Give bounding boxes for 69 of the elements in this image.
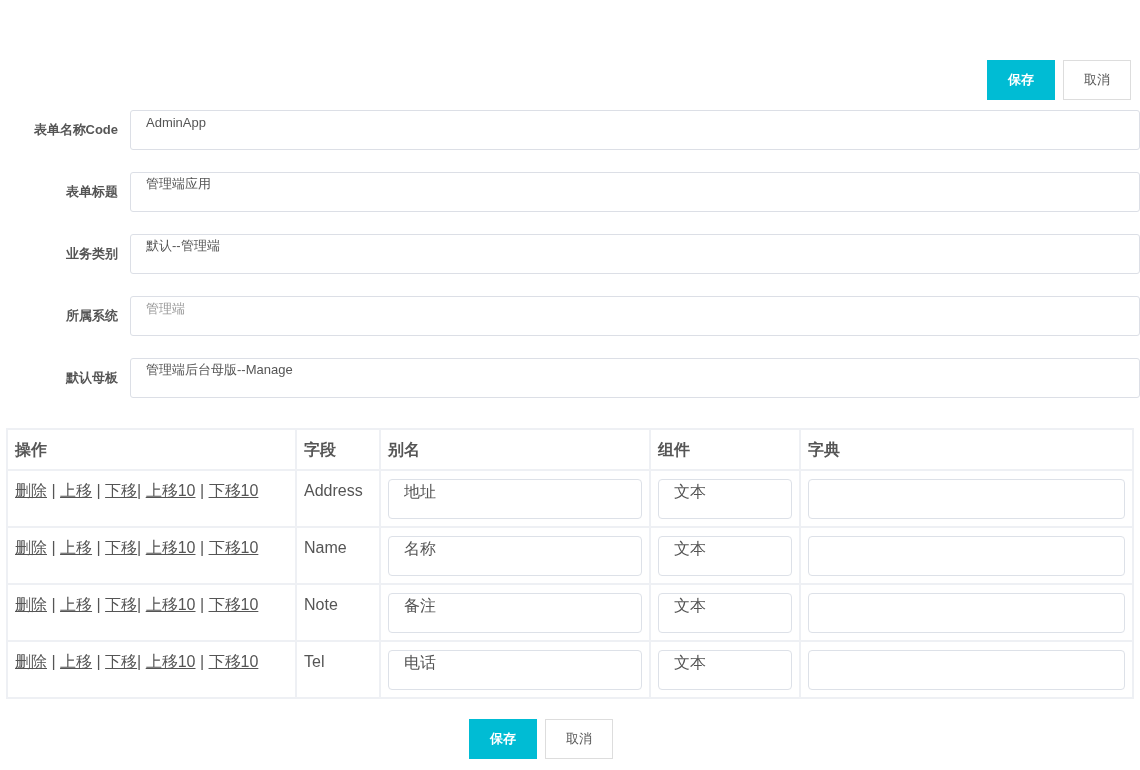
- table-cell: Name: [296, 527, 380, 584]
- component-field[interactable]: 文本: [658, 479, 792, 519]
- link-separator: |: [137, 482, 143, 499]
- action-link[interactable]: 上移: [60, 596, 93, 613]
- action-link[interactable]: 上移10: [145, 482, 196, 499]
- link-separator: |: [50, 539, 57, 556]
- component-field[interactable]: 文本: [658, 650, 792, 690]
- action-link[interactable]: 下移: [105, 596, 138, 613]
- action-link[interactable]: 下移: [105, 482, 138, 499]
- table-cell: Address: [296, 470, 380, 527]
- action-link[interactable]: 下移10: [208, 539, 259, 556]
- input-field[interactable]: 默认--管理端: [130, 234, 1140, 274]
- action-link[interactable]: 上移10: [145, 596, 196, 613]
- action-link[interactable]: 上移: [60, 653, 93, 670]
- action-link[interactable]: 删除: [15, 482, 47, 499]
- field-label: 默认母板: [64, 369, 118, 388]
- link-separator: |: [198, 653, 206, 670]
- link-separator: |: [137, 596, 143, 613]
- component-field[interactable]: 文本: [658, 536, 792, 576]
- input-field[interactable]: 管理端: [130, 296, 1140, 336]
- input-field[interactable]: 管理端应用: [130, 172, 1140, 212]
- cancel-button[interactable]: 取消: [545, 719, 613, 759]
- table-cell: Note: [296, 584, 380, 641]
- input-field[interactable]: 管理端后台母版--Manage: [130, 358, 1140, 398]
- alias-field[interactable]: 电话: [388, 650, 642, 690]
- action-link[interactable]: 上移: [60, 482, 93, 499]
- action-link[interactable]: 下移10: [208, 596, 259, 613]
- link-separator: |: [137, 653, 143, 670]
- column-header: 字段: [296, 429, 380, 470]
- link-separator: |: [95, 482, 102, 499]
- alias-field[interactable]: 备注: [388, 593, 642, 633]
- component-field[interactable]: 文本: [658, 593, 792, 633]
- link-separator: |: [95, 539, 102, 556]
- table-cell: Tel: [296, 641, 380, 698]
- link-separator: |: [50, 653, 57, 670]
- field-label: 所属系统: [65, 307, 118, 326]
- action-link[interactable]: 下移: [105, 539, 138, 556]
- dictionary-field[interactable]: [808, 536, 1125, 576]
- action-link[interactable]: 上移10: [145, 539, 196, 556]
- action-link[interactable]: 下移: [105, 653, 138, 670]
- link-separator: |: [198, 539, 206, 556]
- link-separator: |: [95, 596, 102, 613]
- column-header: 操作: [7, 429, 296, 470]
- field-label: 表单标题: [65, 183, 118, 202]
- link-separator: |: [50, 482, 57, 499]
- link-separator: |: [198, 482, 206, 499]
- column-header: 别名: [380, 429, 650, 470]
- field-label: 表单名称Code: [32, 121, 118, 140]
- alias-field[interactable]: 名称: [388, 536, 642, 576]
- dictionary-field[interactable]: [808, 593, 1125, 633]
- action-link[interactable]: 删除: [15, 653, 47, 670]
- link-separator: |: [95, 653, 102, 670]
- action-link[interactable]: 上移10: [145, 653, 196, 670]
- action-link[interactable]: 删除: [15, 596, 47, 613]
- action-link[interactable]: 上移: [60, 539, 93, 556]
- column-header: 字典: [800, 429, 1133, 470]
- column-header: 组件: [650, 429, 800, 470]
- action-link[interactable]: 下移10: [208, 653, 259, 670]
- dictionary-field[interactable]: [808, 650, 1125, 690]
- action-link[interactable]: 下移10: [208, 482, 259, 499]
- link-separator: |: [198, 596, 206, 613]
- cancel-button[interactable]: 取消: [1063, 60, 1131, 100]
- dictionary-field[interactable]: [808, 479, 1125, 519]
- link-separator: |: [50, 596, 57, 613]
- action-link[interactable]: 删除: [15, 539, 47, 556]
- field-label: 业务类别: [65, 245, 118, 264]
- input-field[interactable]: AdminApp: [130, 110, 1140, 150]
- link-separator: |: [137, 539, 143, 556]
- alias-field[interactable]: 地址: [388, 479, 642, 519]
